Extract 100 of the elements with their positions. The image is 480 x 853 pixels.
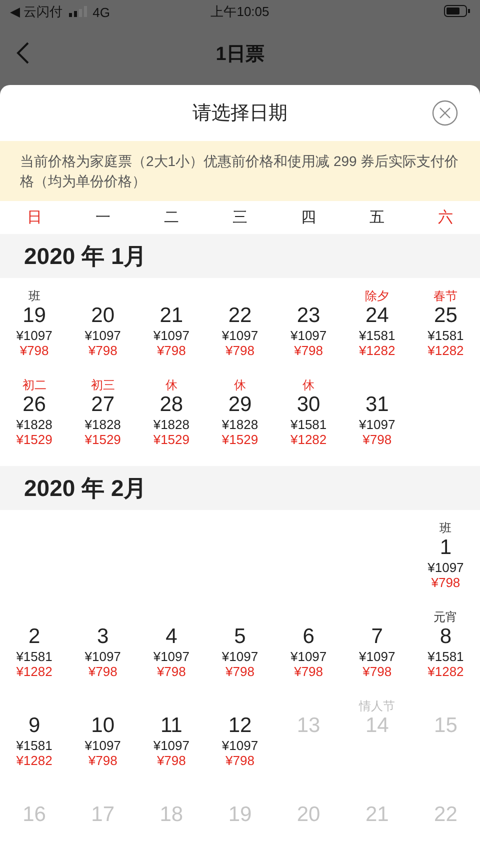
month-header: 2020 年 2月 xyxy=(0,466,480,510)
day-number[interactable]: 21 xyxy=(160,304,184,328)
discount-price: ¥798 xyxy=(362,432,392,447)
day-price: ¥1828 xyxy=(84,417,121,432)
day-number[interactable]: 9 xyxy=(28,714,40,738)
day-tag: 初二 xyxy=(22,377,46,393)
weekday-label: 四 xyxy=(300,208,318,227)
discount-price: ¥798 xyxy=(226,753,254,768)
day-tag: 元宵 xyxy=(434,609,458,625)
discount-price: ¥798 xyxy=(362,664,392,679)
day-number[interactable]: 20 xyxy=(91,304,115,328)
discount-price: ¥1282 xyxy=(428,343,464,358)
day-number[interactable]: 28 xyxy=(160,393,184,417)
day-number: 14 xyxy=(365,714,389,738)
discount-price: ¥1529 xyxy=(153,432,190,447)
day-number[interactable]: 26 xyxy=(22,393,46,417)
day-price: ¥1097 xyxy=(222,649,258,664)
discount-price: ¥798 xyxy=(88,343,118,358)
discount-price: ¥798 xyxy=(88,753,118,768)
discount-price: ¥1282 xyxy=(290,432,327,447)
day-tag: 休 xyxy=(302,377,315,393)
day-number[interactable]: 12 xyxy=(228,714,252,738)
day-number[interactable]: 4 xyxy=(166,625,178,649)
day-number[interactable]: 23 xyxy=(296,304,320,328)
day-number: 19 xyxy=(228,803,252,827)
weekday-label: 六 xyxy=(437,208,454,227)
day-price: ¥1581 xyxy=(290,417,327,432)
day-tag: 情人节 xyxy=(359,698,396,714)
day-number[interactable]: 1 xyxy=(440,536,452,560)
discount-price: ¥1529 xyxy=(84,432,121,447)
day-number: 18 xyxy=(160,803,184,827)
discount-price: ¥798 xyxy=(88,664,118,679)
day-number[interactable]: 24 xyxy=(365,304,389,328)
weekday-label: 三 xyxy=(231,208,248,227)
day-tag: 初三 xyxy=(90,377,115,393)
day-price: ¥1097 xyxy=(222,738,258,753)
day-number[interactable]: 8 xyxy=(440,625,452,649)
day-number: 15 xyxy=(434,714,458,738)
weekday-label: 五 xyxy=(368,208,386,227)
day-tag: 休 xyxy=(165,377,178,393)
weekday-label: 二 xyxy=(162,208,180,227)
battery-icon xyxy=(444,4,470,20)
day-number: 21 xyxy=(365,803,389,827)
day-number[interactable]: 10 xyxy=(91,714,115,738)
discount-price: ¥1282 xyxy=(359,343,396,358)
day-tag: 班 xyxy=(440,520,452,536)
price-notice: 当前价格为家庭票（2大1小）优惠前价格和使用减 299 券后实际支付价格（均为单份价格） xyxy=(0,141,480,201)
weekday-label: 一 xyxy=(94,208,112,227)
day-price: ¥1097 xyxy=(428,560,464,575)
day-price: ¥1097 xyxy=(84,328,121,343)
discount-price: ¥798 xyxy=(156,343,186,358)
day-price: ¥1097 xyxy=(290,328,327,343)
day-price: ¥1581 xyxy=(359,328,396,343)
day-number: 17 xyxy=(91,803,115,827)
day-number: 13 xyxy=(296,714,320,738)
discount-price: ¥1282 xyxy=(16,664,52,679)
network-type: 4G xyxy=(92,4,110,20)
day-number[interactable]: 30 xyxy=(296,393,320,417)
day-number: 22 xyxy=(434,803,458,827)
status-time: 上午10:05 xyxy=(210,4,270,19)
day-number[interactable]: 19 xyxy=(22,304,46,328)
day-price: ¥1097 xyxy=(153,328,190,343)
discount-price: ¥798 xyxy=(294,664,324,679)
day-tag: 除夕 xyxy=(365,288,390,304)
day-price: ¥1097 xyxy=(153,738,190,753)
signal-icon xyxy=(68,4,87,20)
day-tag: 春节 xyxy=(434,288,458,304)
page-title: 1日票 xyxy=(216,43,264,67)
day-number[interactable]: 2 xyxy=(28,625,40,649)
day-number[interactable]: 7 xyxy=(371,625,383,649)
day-price: ¥1581 xyxy=(428,649,464,664)
discount-price: ¥798 xyxy=(431,575,460,590)
day-price: ¥1097 xyxy=(84,738,121,753)
day-price: ¥1097 xyxy=(16,328,52,343)
discount-price: ¥1282 xyxy=(428,664,464,679)
day-price: ¥1828 xyxy=(222,417,258,432)
discount-price: ¥1282 xyxy=(16,753,52,768)
day-price: ¥1097 xyxy=(153,649,190,664)
day-tag: 班 xyxy=(28,288,40,304)
day-number[interactable]: 27 xyxy=(91,393,115,417)
day-number[interactable]: 11 xyxy=(160,714,182,738)
day-price: ¥1097 xyxy=(359,649,396,664)
day-number: 16 xyxy=(22,803,46,827)
day-number[interactable]: 3 xyxy=(97,625,109,649)
close-icon[interactable] xyxy=(432,100,458,126)
day-price: ¥1581 xyxy=(428,328,464,343)
day-price: ¥1581 xyxy=(16,649,52,664)
day-number[interactable]: 22 xyxy=(228,304,252,328)
day-number[interactable]: 31 xyxy=(365,393,389,417)
day-number[interactable]: 5 xyxy=(234,625,246,649)
day-price: ¥1097 xyxy=(290,649,327,664)
day-number[interactable]: 29 xyxy=(228,393,252,417)
day-number[interactable]: 25 xyxy=(434,304,458,328)
discount-price: ¥798 xyxy=(20,343,49,358)
discount-price: ¥798 xyxy=(156,753,186,768)
discount-price: ¥798 xyxy=(226,664,254,679)
discount-price: ¥798 xyxy=(226,343,254,358)
day-price: ¥1828 xyxy=(16,417,52,432)
day-price: ¥1097 xyxy=(359,417,396,432)
day-number[interactable]: 6 xyxy=(302,625,314,649)
